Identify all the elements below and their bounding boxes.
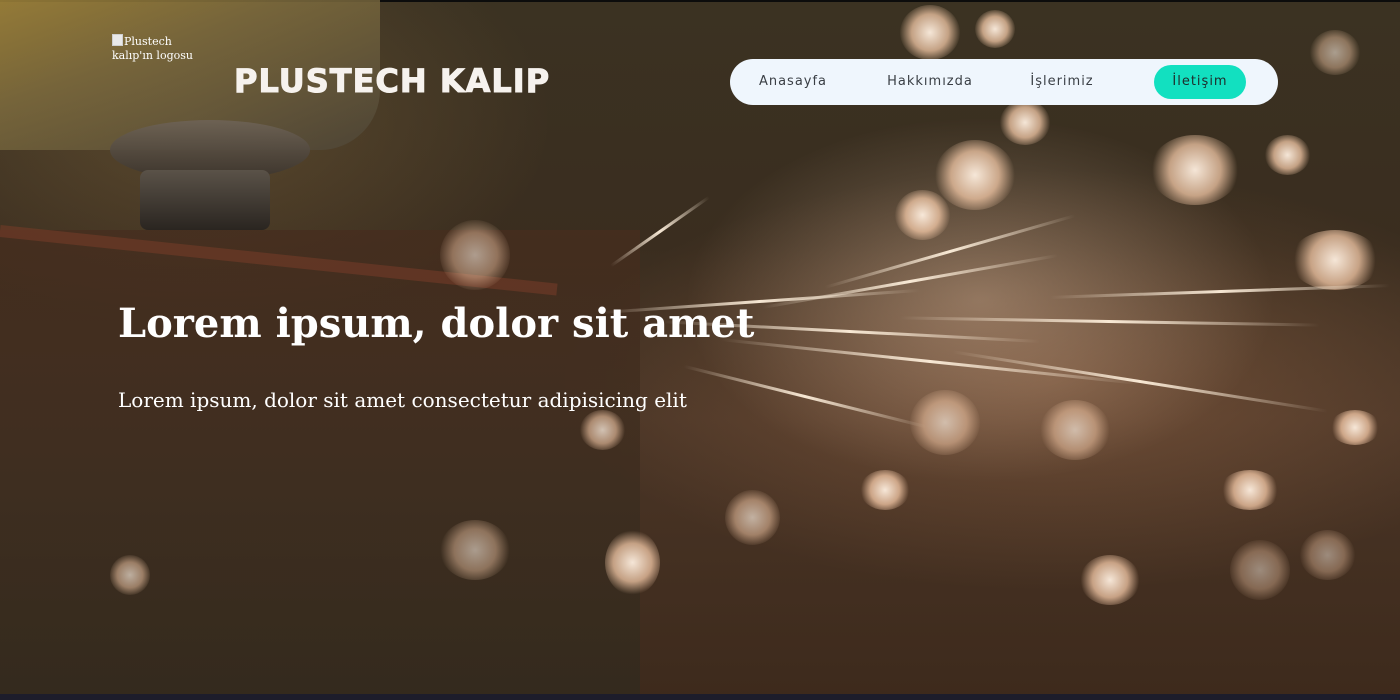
hero-subtitle: Lorem ipsum, dolor sit amet consectetur … [118, 388, 687, 412]
hero-title: Lorem ipsum, dolor sit amet [118, 300, 755, 347]
hero-background-grinder-nut [140, 170, 270, 230]
logo-alt-text: Plustech kalıp'ın logosu [112, 35, 193, 62]
nav-item-iletisim[interactable]: İletişim [1154, 65, 1246, 99]
nav-item-hakkimizda[interactable]: Hakkımızda [880, 65, 980, 99]
hero-section: Plustech kalıp'ın logosu PLUSTECH KALIP … [0, 0, 1400, 700]
bottom-border [0, 694, 1400, 700]
nav-item-anasayfa[interactable]: Anasayfa [750, 65, 836, 99]
brand-name[interactable]: PLUSTECH KALIP [233, 62, 550, 101]
logo-image[interactable]: Plustech kalıp'ın logosu [112, 34, 202, 63]
nav-item-islerimiz[interactable]: İşlerimiz [1020, 65, 1104, 99]
main-nav: Anasayfa Hakkımızda İşlerimiz İletişim [730, 59, 1278, 105]
broken-image-icon [112, 34, 123, 46]
